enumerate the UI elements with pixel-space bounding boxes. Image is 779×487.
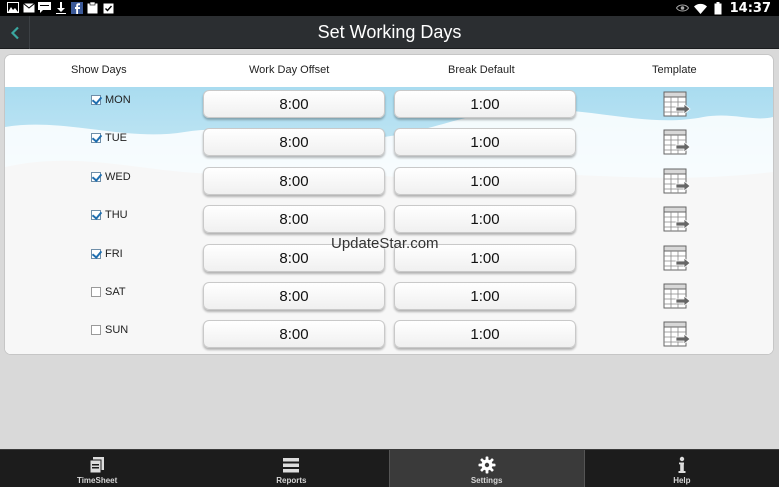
show-days-header: Show Days [71,64,127,76]
tab-reports[interactable]: Reports [194,450,388,487]
day-toggle-fri[interactable]: FRI [91,248,123,260]
checkbox[interactable] [91,287,101,297]
work-day-offset-field[interactable]: 8:00 [203,320,385,349]
checkbox[interactable] [91,325,101,336]
column-header: Show Days Work Day Offset Break Default … [5,55,773,87]
checkbox[interactable] [91,248,101,259]
checkbox[interactable] [91,133,101,144]
work-day-offset-field[interactable]: 8:00 [203,128,385,157]
tab-label: Reports [276,476,307,485]
break-default-field[interactable]: 1:00 [394,166,576,195]
day-label: MON [105,94,131,106]
checkbox[interactable] [91,171,101,182]
tab-settings[interactable]: Settings [388,450,585,487]
tab-help[interactable]: Help [585,450,779,487]
watermark: UpdateStar.com [331,235,439,252]
notification-icons [6,1,115,14]
work-day-offset-field[interactable]: 8:00 [203,166,385,195]
break-default-field[interactable]: 1:00 [394,205,576,234]
battery-icon [712,1,725,15]
day-label: SAT [105,286,126,298]
wifi-icon [693,2,707,15]
checkbox[interactable] [91,210,101,221]
work-day-offset-field[interactable]: 8:00 [203,282,385,310]
break-default-header: Break Default [448,64,515,76]
template-header: Template [652,64,697,76]
break-default-field[interactable]: 1:00 [394,282,576,310]
day-label: WED [105,170,131,183]
day-label: SUN [105,324,129,337]
sms-icon [38,1,51,14]
working-days-panel: Show Days Work Day Offset Break Default … [4,54,774,355]
day-toggle-sun[interactable]: SUN [91,324,128,336]
day-label: TUE [105,132,127,145]
day-toggle-sat[interactable]: SAT [91,286,126,298]
facebook-icon [70,1,83,14]
template-grid-icon[interactable] [662,204,692,234]
template-grid-icon[interactable] [662,127,692,157]
timesheet-icon [89,457,105,474]
gear-icon [478,456,496,474]
template-grid-icon[interactable] [662,319,692,349]
clipboard-check-icon [102,1,115,14]
template-grid-icon[interactable] [662,281,692,311]
tab-label: TimeSheet [76,476,118,485]
reports-icon [283,458,300,473]
mail-icon [22,1,35,14]
status-time: 14:37 [729,0,771,16]
day-toggle-mon[interactable]: MON [91,94,131,106]
template-grid-icon[interactable] [662,166,692,196]
eye-icon [675,2,689,15]
break-default-field[interactable]: 1:00 [394,90,576,118]
download-icon [54,1,67,14]
checkbox[interactable] [91,95,101,105]
status-bar: 14:37 [0,0,779,16]
tab-label: Help [673,476,691,485]
day-label: THU [105,209,128,222]
break-default-field[interactable]: 1:00 [394,320,576,349]
day-toggle-thu[interactable]: THU [91,209,128,221]
system-status: 14:37 [675,0,771,16]
template-grid-icon[interactable] [662,243,692,273]
template-grid-icon[interactable] [662,89,692,119]
work-day-offset-field[interactable]: 8:00 [203,205,385,234]
clipboard-icon [86,1,99,14]
bottom-tab-bar: TimeSheet Reports Settings Help [0,449,779,487]
work-day-offset-field[interactable]: 8:00 [203,90,385,118]
action-bar: Set Working Days [0,16,779,49]
work-day-offset-header: Work Day Offset [249,64,330,76]
image-icon [6,1,19,14]
day-toggle-wed[interactable]: WED [91,171,131,183]
day-toggle-tue[interactable]: TUE [91,132,127,144]
day-label: FRI [105,247,123,260]
break-default-field[interactable]: 1:00 [394,128,576,157]
tab-timesheet[interactable]: TimeSheet [0,450,194,487]
info-icon [678,456,686,473]
page-title: Set Working Days [317,22,462,42]
tab-label: Settings [470,476,503,485]
